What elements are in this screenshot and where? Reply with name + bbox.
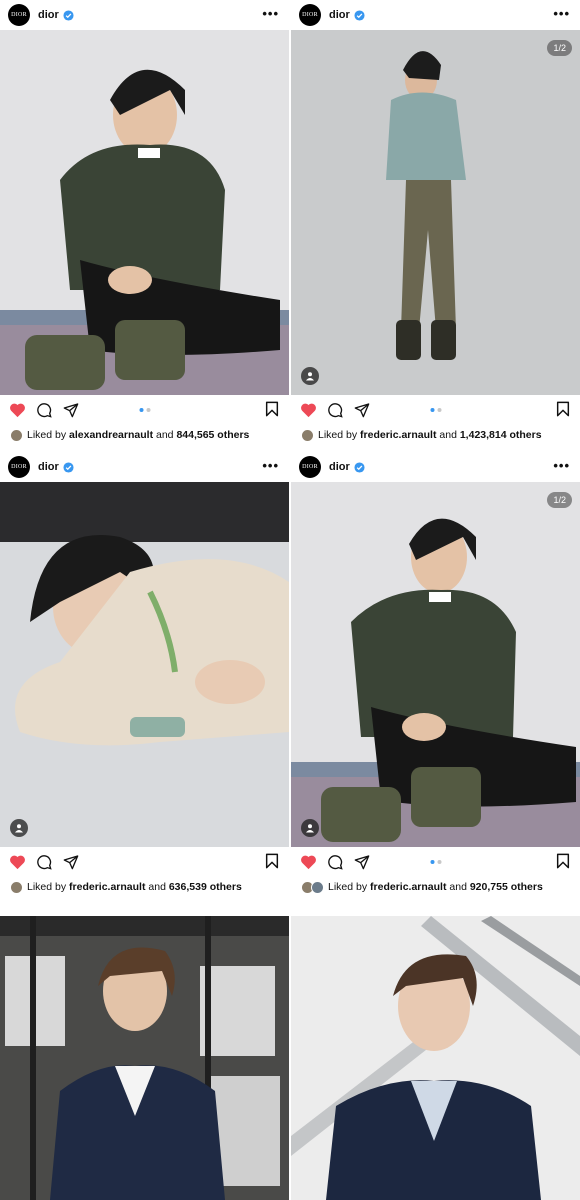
post-photo[interactable]: 1/2 <box>291 30 580 395</box>
liked-by-label: Liked by <box>27 429 70 441</box>
heart-icon[interactable] <box>8 401 26 419</box>
likes-count[interactable]: 920,755 others <box>470 881 543 893</box>
more-icon[interactable]: ••• <box>553 6 570 21</box>
and-label: and <box>145 881 169 893</box>
liker-username[interactable]: frederic.arnault <box>360 429 436 441</box>
liked-by-label: Liked by <box>318 429 361 441</box>
more-icon[interactable]: ••• <box>262 6 279 21</box>
username[interactable]: dior <box>38 9 59 21</box>
more-icon[interactable]: ••• <box>553 458 570 473</box>
photo-man-seated-green-sweater <box>0 30 289 395</box>
username[interactable]: dior <box>329 9 350 21</box>
bookmark-icon[interactable] <box>265 401 279 422</box>
action-bar <box>0 395 289 425</box>
comment-icon[interactable] <box>326 401 344 419</box>
liked-by-label: Liked by <box>328 881 371 893</box>
and-label: and <box>436 429 460 441</box>
likes-count[interactable]: 844,565 others <box>176 429 249 441</box>
likes-line: Liked by frederic.arnault and 1,423,814 … <box>291 425 580 445</box>
share-icon[interactable] <box>62 853 80 871</box>
post-header: DIOR dior ••• <box>291 0 580 30</box>
verified-icon <box>354 461 365 473</box>
tag-person-icon[interactable] <box>301 819 319 837</box>
tag-person-icon[interactable] <box>301 367 319 385</box>
bookmark-icon[interactable] <box>556 401 570 422</box>
share-icon[interactable] <box>353 401 371 419</box>
post-card-2: DIOR dior ••• 1/2 Liked by frederic.arna… <box>291 0 580 450</box>
action-bar <box>0 847 289 877</box>
photo-man-standing-jacket <box>291 30 580 395</box>
dior-avatar[interactable]: DIOR <box>299 456 321 478</box>
carousel-dots <box>139 408 150 412</box>
carousel-counter: 1/2 <box>547 492 572 508</box>
carousel-counter: 1/2 <box>547 40 572 56</box>
username[interactable]: dior <box>38 461 59 473</box>
likes-line: Liked by alexandrearnault and 844,565 ot… <box>0 425 289 445</box>
liker-avatar[interactable] <box>10 428 23 442</box>
dior-avatar[interactable]: DIOR <box>299 4 321 26</box>
likes-count[interactable]: 636,539 others <box>169 881 242 893</box>
post-photo[interactable] <box>0 482 289 847</box>
action-bar <box>291 847 580 877</box>
post-photo[interactable]: 1/2 <box>291 482 580 847</box>
verified-icon <box>63 461 74 473</box>
likes-line: Liked by frederic.arnault and 920,755 ot… <box>291 877 580 897</box>
liker-username[interactable]: frederic.arnault <box>370 881 446 893</box>
comment-icon[interactable] <box>35 853 53 871</box>
liker-username[interactable]: alexandrearnault <box>69 429 153 441</box>
photo-man-blazer-shelves <box>0 916 289 1200</box>
carousel-dots <box>430 408 441 412</box>
photo-man-lying-beige-jacket <box>0 482 289 847</box>
likes-count[interactable]: 1,423,814 others <box>460 429 542 441</box>
post-card-1: DIOR dior ••• Liked by alexandrearnault … <box>0 0 289 450</box>
liker-avatar-2[interactable] <box>311 880 324 894</box>
dior-avatar[interactable]: DIOR <box>8 4 30 26</box>
post-photo[interactable] <box>0 30 289 395</box>
and-label: and <box>153 429 177 441</box>
bookmark-icon[interactable] <box>556 853 570 874</box>
more-icon[interactable]: ••• <box>262 458 279 473</box>
liked-by-label: Liked by <box>27 881 70 893</box>
portrait-photo-right <box>291 916 580 1200</box>
liker-username[interactable]: frederic.arnault <box>69 881 145 893</box>
photo-man-seated-green-sweater-2 <box>291 482 580 847</box>
likes-line: Liked by frederic.arnault and 636,539 ot… <box>0 877 289 897</box>
heart-icon[interactable] <box>299 853 317 871</box>
verified-icon <box>354 9 365 21</box>
and-label: and <box>446 881 470 893</box>
carousel-dots <box>430 860 441 864</box>
portrait-photo-left <box>0 916 289 1200</box>
bookmark-icon[interactable] <box>265 853 279 874</box>
tag-person-icon[interactable] <box>10 819 28 837</box>
share-icon[interactable] <box>62 401 80 419</box>
liker-avatar[interactable] <box>301 428 314 442</box>
heart-icon[interactable] <box>299 401 317 419</box>
verified-icon <box>63 9 74 21</box>
photo-man-blazer-light <box>291 916 580 1200</box>
comment-icon[interactable] <box>326 853 344 871</box>
action-bar <box>291 395 580 425</box>
post-card-4: DIOR dior ••• 1/2 Liked by frederic.arna… <box>291 452 580 912</box>
dior-avatar[interactable]: DIOR <box>8 456 30 478</box>
liker-avatar[interactable] <box>10 880 23 894</box>
post-header: DIOR dior ••• <box>291 452 580 482</box>
username[interactable]: dior <box>329 461 350 473</box>
comment-icon[interactable] <box>35 401 53 419</box>
post-header: DIOR dior ••• <box>0 452 289 482</box>
heart-icon[interactable] <box>8 853 26 871</box>
post-header: DIOR dior ••• <box>0 0 289 30</box>
post-card-3: DIOR dior ••• Liked by frederic.arnault … <box>0 452 289 912</box>
share-icon[interactable] <box>353 853 371 871</box>
